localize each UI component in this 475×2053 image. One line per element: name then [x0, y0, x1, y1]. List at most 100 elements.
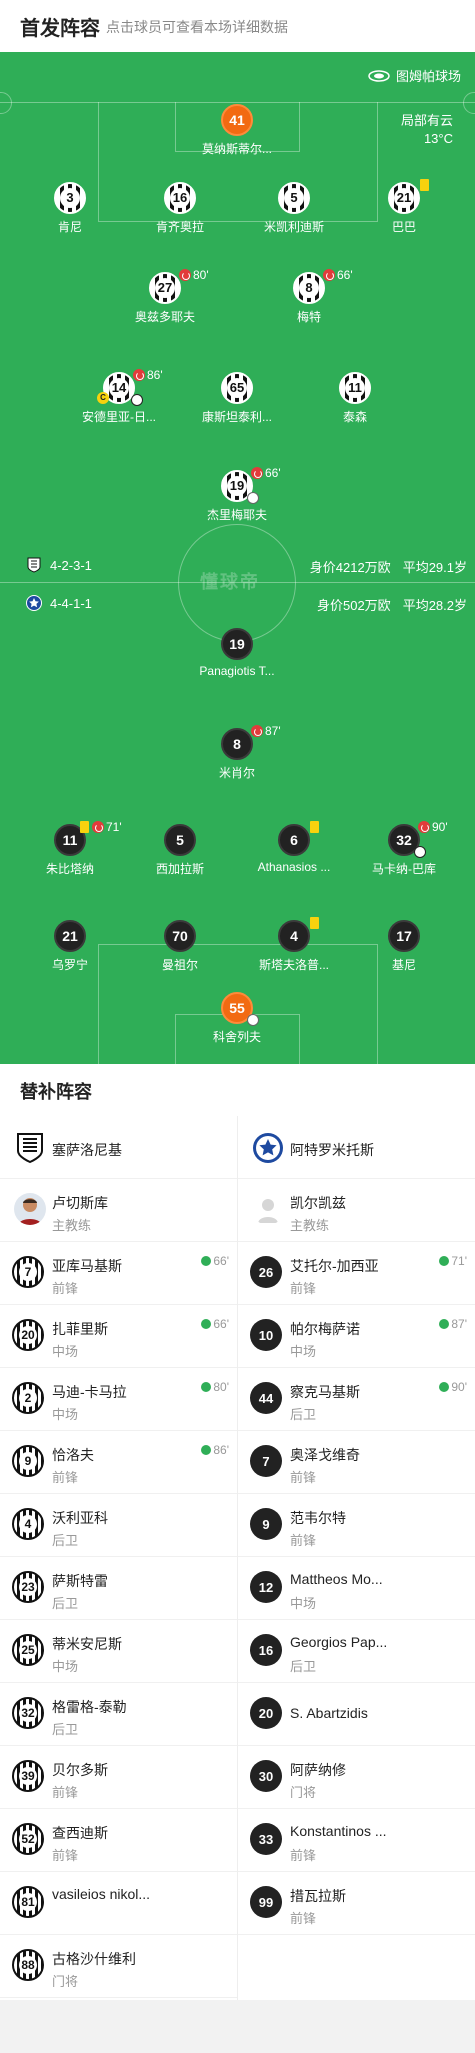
away-sub-33[interactable]: 33 Konstantinos ... 前锋: [238, 1809, 475, 1872]
home-player-65[interactable]: 65 康斯坦泰利...: [177, 372, 297, 425]
away-sub-26[interactable]: 26 艾托尔-加西亚 前锋 71': [238, 1242, 475, 1305]
home-sub-52[interactable]: 52 查西迪斯 前锋: [0, 1809, 237, 1872]
player-number: 5: [284, 188, 304, 208]
home-sub-32[interactable]: 32 格雷格-泰勒 后卫: [0, 1683, 237, 1746]
home-sub-39[interactable]: 39 贝尔多斯 前锋: [0, 1746, 237, 1809]
sub-number-disc: 2: [12, 1382, 44, 1414]
watermark-logo: 懂球帝: [200, 572, 260, 592]
sub-name: vasileios nikol...: [52, 1886, 151, 1902]
player-name: 康斯坦泰利...: [201, 410, 272, 424]
sub-number-disc: 88: [12, 1949, 44, 1981]
away-player-21[interactable]: 21 乌罗宁: [10, 920, 130, 973]
away-player-11[interactable]: 11 71' 朱比塔纳: [10, 820, 130, 877]
away-player-32[interactable]: 32 90' 马卡纳-巴库: [344, 820, 464, 877]
player-number-disc: 8: [293, 272, 325, 304]
home-team-logo-icon: [17, 1133, 43, 1164]
sub-number-disc: 20: [250, 1697, 282, 1729]
home-sub-20[interactable]: 20 扎菲里斯 中场 66': [0, 1305, 237, 1368]
away-coach[interactable]: 凯尔凯兹 主教练: [238, 1179, 475, 1242]
sub-number-disc: 52: [12, 1823, 44, 1855]
player-number-disc: 5: [278, 182, 310, 214]
home-team-header[interactable]: 塞萨洛尼基: [0, 1116, 237, 1179]
away-sub-20[interactable]: 20 S. Abartzidis: [238, 1683, 475, 1746]
sub-name: 奥泽戈维奇: [290, 1447, 360, 1463]
away-crest-icon: [26, 595, 42, 611]
sub-number: 20: [19, 1326, 37, 1344]
sub-number-disc: 81: [12, 1886, 44, 1918]
home-player-3[interactable]: 3 肯尼: [10, 182, 130, 235]
away-player-19[interactable]: 19 Panagiotis T...: [177, 628, 297, 678]
home-player-27[interactable]: 27 80' 奥兹多耶夫: [105, 268, 225, 325]
player-number-disc: 19: [221, 470, 259, 504]
sub-arrow-icon: [247, 1014, 259, 1026]
home-sub-88[interactable]: 88 古格沙什维利 门将: [0, 1935, 237, 1998]
home-subs-column: 塞萨洛尼基 卢切斯库 主教练 7 亚库马基斯 前锋 66' 20 扎菲里斯 中场 66' 2…: [0, 1116, 237, 1998]
away-player-17[interactable]: 17 基尼: [344, 920, 464, 973]
away-player-4[interactable]: 4 斯塔夫洛普...: [234, 917, 354, 973]
sub-name: S. Abartzidis: [290, 1705, 368, 1721]
home-player-41[interactable]: 41 莫纳斯蒂尔...: [177, 104, 297, 157]
sub-out-minute: 80': [193, 268, 209, 282]
away-sub-30[interactable]: 30 阿萨纳修 门将: [238, 1746, 475, 1809]
sub-name: Georgios Pap...: [290, 1634, 388, 1650]
away-player-8[interactable]: 8 87' 米肖尔: [177, 724, 297, 781]
home-sub-25[interactable]: 25 蒂米安尼斯 中场: [0, 1620, 237, 1683]
away-player-5[interactable]: 5 西加拉斯: [120, 824, 240, 877]
player-name: 巴巴: [391, 220, 416, 234]
away-sub-9[interactable]: 9 范韦尔特 前锋: [238, 1494, 475, 1557]
sub-position: 前锋: [290, 1470, 317, 1485]
sub-number-disc: 99: [250, 1886, 282, 1918]
sub-position: 前锋: [290, 1533, 317, 1548]
home-sub-7[interactable]: 7 亚库马基斯 前锋 66': [0, 1242, 237, 1305]
sub-number: 25: [19, 1641, 37, 1659]
player-name: 朱比塔纳: [45, 862, 94, 876]
sub-number-disc: 9: [12, 1445, 44, 1477]
away-team-header[interactable]: 阿特罗米托斯: [238, 1116, 475, 1179]
away-coach-role: 主教练: [290, 1218, 330, 1233]
away-sub-99[interactable]: 99 措瓦拉斯 前锋: [238, 1872, 475, 1935]
away-sub-7[interactable]: 7 奥泽戈维奇前锋: [238, 1431, 475, 1494]
away-player-55[interactable]: 55 科舍列夫: [177, 992, 297, 1045]
sub-out-minute: 66': [337, 268, 353, 282]
sub-name: 艾托尔-加西亚: [290, 1258, 379, 1274]
sub-number-disc: 16: [250, 1634, 282, 1666]
away-team-logo-icon: [253, 1133, 283, 1163]
sub-position: 中场: [290, 1596, 317, 1611]
away-formation-row: 4-4-1-1: [26, 595, 92, 611]
substitutes-title: 替补阵容: [20, 1082, 92, 1102]
home-player-19[interactable]: 19 66' 杰里梅耶夫: [177, 466, 297, 523]
home-player-5[interactable]: 5 米凯利迪斯: [234, 182, 354, 235]
player-name: 西加拉斯: [155, 862, 204, 876]
home-team-age: 平均29.1岁: [402, 560, 467, 575]
sub-out-icon: [133, 369, 145, 381]
sub-position: 前锋: [52, 1470, 79, 1485]
sub-in-icon: [201, 1382, 212, 1392]
player-number-disc: 27: [149, 272, 181, 304]
home-sub-81[interactable]: 81 vasileios nikol...: [0, 1872, 237, 1935]
home-sub-2[interactable]: 2 马迪-卡马拉 中场 80': [0, 1368, 237, 1431]
sub-number-disc: 7: [250, 1445, 282, 1477]
away-sub-10[interactable]: 10 帕尔梅萨诺 中场 87': [238, 1305, 475, 1368]
home-player-11[interactable]: 11 泰森: [295, 372, 415, 425]
home-player-8[interactable]: 8 66' 梅特: [249, 268, 369, 325]
home-coach[interactable]: 卢切斯库 主教练: [0, 1179, 237, 1242]
sub-in-marker: 66': [201, 1317, 229, 1331]
home-sub-9[interactable]: 9 恰洛夫 前锋 86': [0, 1431, 237, 1494]
away-sub-44[interactable]: 44 察克马基斯 后卫 90': [238, 1368, 475, 1431]
player-name: 杰里梅耶夫: [206, 508, 267, 522]
home-player-14[interactable]: 14 C 86' 安德里亚-日...: [59, 368, 179, 425]
home-player-21[interactable]: 21 巴巴: [344, 179, 464, 235]
home-player-16[interactable]: 16 肯齐奥拉: [120, 182, 240, 235]
player-name: 曼祖尔: [161, 958, 198, 972]
home-sub-23[interactable]: 23 萨斯特雷 后卫: [0, 1557, 237, 1620]
pitch: 图姆帕球场 局部有云 13°C 懂球帝 4-2-3-1 身价4212万欧 平均29…: [0, 52, 475, 1064]
away-player-6[interactable]: 6 Athanasios ...: [234, 821, 354, 874]
home-sub-4[interactable]: 4 沃利亚科 后卫: [0, 1494, 237, 1557]
weather-condition: 局部有云: [400, 113, 453, 128]
home-coach-avatar: [14, 1193, 46, 1225]
away-sub-16[interactable]: 16 Georgios Pap... 后卫: [238, 1620, 475, 1683]
player-number: 8: [299, 278, 319, 298]
away-player-70[interactable]: 70 曼祖尔: [120, 920, 240, 973]
away-sub-12[interactable]: 12 Mattheos Mo... 中场: [238, 1557, 475, 1620]
home-formation: 4-2-3-1: [50, 557, 92, 573]
